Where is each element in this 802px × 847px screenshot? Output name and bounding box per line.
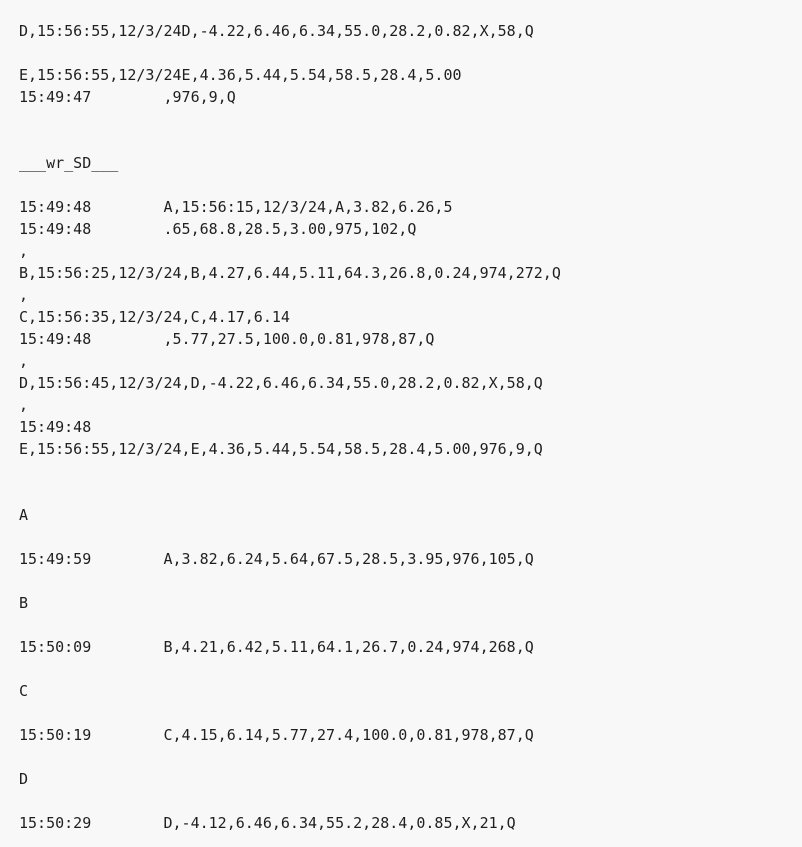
log-line: 15:49:48 ,5.77,27.5,100.0,0.81,978,87,Q [19,330,435,348]
log-line: D,15:56:45,12/3/24,D,-4.22,6.46,6.34,55.… [19,374,543,392]
log-line: ___wr_SD___ [19,154,119,172]
log-line: D [19,770,29,788]
log-line: A [19,506,29,524]
log-line: 15:50:29 D,-4.12,6.46,6.34,55.2,28.4,0.8… [19,814,516,832]
log-line: 15:49:47 ,976,9,Q [19,88,236,106]
log-line: 15:49:48 A,15:56:15,12/3/24,A,3.82,6.26,… [19,198,453,216]
log-line: 15:49:59 A,3.82,6.24,5.64,67.5,28.5,3.95… [19,550,534,568]
log-line: , [19,352,29,370]
log-line: 15:50:19 C,4.15,6.14,5.77,27.4,100.0,0.8… [19,726,534,744]
log-line: B,15:56:25,12/3/24,B,4.27,6.44,5.11,64.3… [19,264,561,282]
log-line: 15:49:48 [19,418,92,436]
log-line: B [19,594,29,612]
log-line: C [19,682,29,700]
serial-log-output: D,15:56:55,12/3/24D,-4.22,6.46,6.34,55.0… [0,0,802,847]
log-line: , [19,396,29,414]
log-line: , [19,242,29,260]
log-line: D,15:56:55,12/3/24D,-4.22,6.46,6.34,55.0… [19,22,534,40]
log-line: 15:49:48 .65,68.8,28.5,3.00,975,102,Q [19,220,417,238]
log-line: , [19,286,29,304]
log-line: C,15:56:35,12/3/24,C,4.17,6.14 [19,308,290,326]
log-line: E,15:56:55,12/3/24,E,4.36,5.44,5.54,58.5… [19,440,543,458]
log-line: 15:50:09 B,4.21,6.42,5.11,64.1,26.7,0.24… [19,638,534,656]
log-line: E,15:56:55,12/3/24E,4.36,5.44,5.54,58.5,… [19,66,462,84]
